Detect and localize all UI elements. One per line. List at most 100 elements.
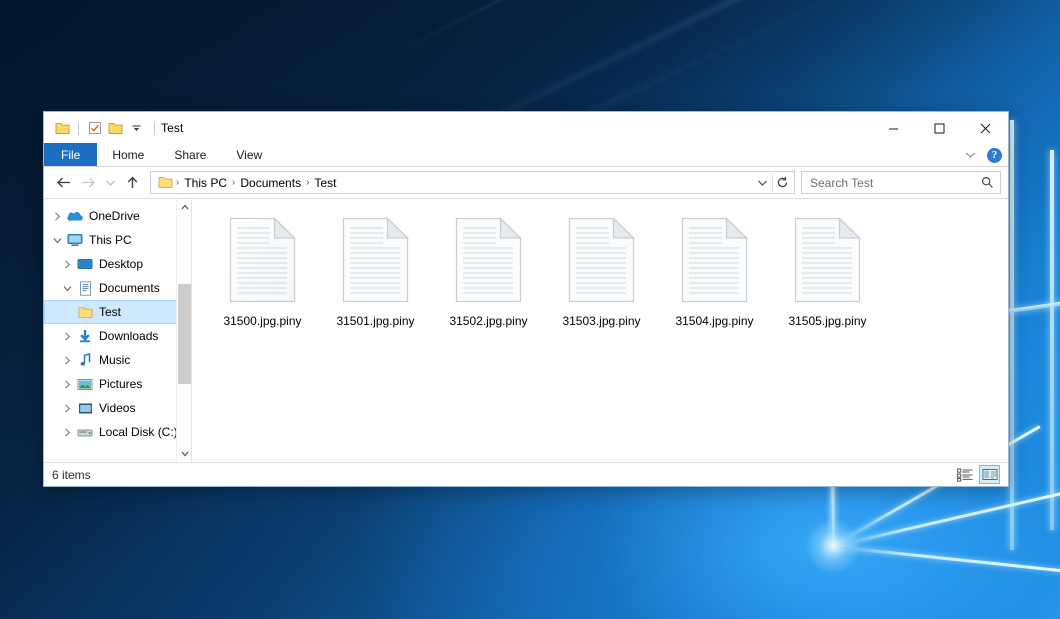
search-input[interactable]: Search Test [810, 176, 981, 190]
address-dropdown-icon[interactable] [753, 172, 772, 193]
sidebar-item-videos[interactable]: Videos [44, 396, 191, 420]
generic-document-icon [678, 215, 752, 307]
chevron-right-icon[interactable] [60, 428, 75, 437]
file-name: 31505.jpg.piny [788, 314, 866, 328]
chevron-right-icon[interactable] [60, 380, 75, 389]
recent-locations-button[interactable] [101, 170, 120, 195]
search-box[interactable]: Search Test [801, 171, 1001, 194]
breadcrumb-this-pc[interactable]: This PC [180, 176, 231, 190]
file-name: 31501.jpg.piny [336, 314, 414, 328]
pictures-icon [75, 378, 95, 391]
chevron-right-icon[interactable] [60, 356, 75, 365]
minimize-button[interactable] [870, 113, 916, 144]
folder-icon[interactable] [52, 118, 73, 139]
window-title: Test [161, 121, 183, 135]
sidebar-item-test[interactable]: Test [44, 300, 191, 324]
file-name: 31502.jpg.piny [449, 314, 527, 328]
tab-view[interactable]: View [221, 143, 277, 166]
generic-document-icon [791, 215, 865, 307]
file-name: 31504.jpg.piny [675, 314, 753, 328]
sidebar-item-documents[interactable]: Documents [44, 276, 191, 300]
ribbon-tabs: File Home Share View ? [44, 143, 1008, 167]
chevron-down-icon[interactable] [964, 148, 977, 162]
new-folder-icon[interactable] [105, 118, 126, 139]
close-button[interactable] [962, 113, 1008, 144]
tab-file[interactable]: File [44, 143, 97, 166]
desktop-icon [75, 258, 95, 271]
file-item[interactable]: 31501.jpg.piny [319, 213, 432, 328]
tab-share[interactable]: Share [159, 143, 221, 166]
quick-access-toolbar [44, 113, 155, 143]
file-item[interactable]: 31504.jpg.piny [658, 213, 771, 328]
videos-icon [75, 402, 95, 415]
windows-logo-glow [805, 518, 861, 574]
onedrive-icon [65, 210, 85, 222]
scroll-down-icon[interactable] [177, 446, 192, 462]
file-name: 31500.jpg.piny [223, 314, 301, 328]
sidebar-item-downloads[interactable]: Downloads [44, 324, 191, 348]
music-icon [75, 353, 95, 367]
file-item[interactable]: 31500.jpg.piny [206, 213, 319, 328]
sidebar-item-this-pc[interactable]: This PC [44, 228, 191, 252]
scrollbar-thumb[interactable] [178, 284, 191, 384]
tab-home[interactable]: Home [97, 143, 159, 166]
chevron-right-icon[interactable] [60, 332, 75, 341]
up-button[interactable] [120, 170, 145, 195]
downloads-icon [75, 329, 95, 343]
drive-icon [75, 426, 95, 438]
sidebar-item-desktop[interactable]: Desktop [44, 252, 191, 276]
maximize-button[interactable] [916, 113, 962, 144]
scroll-up-icon[interactable] [177, 199, 192, 215]
chevron-right-icon[interactable] [60, 260, 75, 269]
chevron-right-icon[interactable] [60, 404, 75, 413]
sidebar-label: Videos [95, 401, 135, 415]
item-count: 6 items [52, 468, 91, 482]
view-buttons [954, 465, 1000, 484]
breadcrumb-documents[interactable]: Documents [236, 176, 305, 190]
file-list-pane[interactable]: 31500.jpg.piny 31501.j [192, 199, 1008, 462]
documents-icon [75, 281, 95, 296]
sidebar-label: Documents [95, 281, 160, 295]
windows-logo-line [1050, 150, 1054, 530]
generic-document-icon [226, 215, 300, 307]
toolbar-separator [78, 122, 79, 135]
address-bar-row: › This PC › Documents › Test [44, 167, 1008, 198]
sidebar-label: Pictures [95, 377, 142, 391]
chevron-down-icon[interactable] [50, 237, 65, 244]
windows-logo-line [1010, 120, 1014, 550]
thispc-icon [65, 233, 85, 247]
breadcrumb-folder-icon [156, 176, 175, 189]
sidebar-label: This PC [85, 233, 132, 247]
address-bar[interactable]: › This PC › Documents › Test [150, 171, 795, 194]
sidebar-item-music[interactable]: Music [44, 348, 191, 372]
details-view-button[interactable] [954, 465, 975, 484]
help-icon[interactable]: ? [987, 148, 1002, 163]
sidebar-label: Downloads [95, 329, 158, 343]
sidebar-scrollbar[interactable] [176, 199, 191, 462]
sidebar-item-onedrive[interactable]: OneDrive [44, 204, 191, 228]
refresh-icon[interactable] [773, 172, 792, 193]
breadcrumb: › This PC › Documents › Test [156, 176, 753, 190]
generic-document-icon [452, 215, 526, 307]
sidebar-label: Desktop [95, 257, 143, 271]
file-item[interactable]: 31505.jpg.piny [771, 213, 884, 328]
sidebar-label: Music [95, 353, 130, 367]
breadcrumb-test[interactable]: Test [310, 176, 340, 190]
sidebar-item-local-disk-c[interactable]: Local Disk (C:) [44, 420, 191, 444]
folder-icon [75, 306, 95, 319]
properties-icon[interactable] [84, 118, 105, 139]
chevron-down-icon[interactable] [60, 285, 75, 292]
search-icon[interactable] [981, 176, 994, 189]
generic-document-icon [565, 215, 639, 307]
file-grid: 31500.jpg.piny 31501.j [206, 213, 1008, 328]
sidebar-item-pictures[interactable]: Pictures [44, 372, 191, 396]
back-button[interactable] [51, 170, 76, 195]
large-icons-view-button[interactable] [979, 465, 1000, 484]
file-item[interactable]: 31503.jpg.piny [545, 213, 658, 328]
chevron-down-icon[interactable] [126, 118, 147, 139]
ribbon-right-controls: ? [964, 143, 1002, 167]
forward-button[interactable] [76, 170, 101, 195]
chevron-right-icon[interactable] [50, 212, 65, 221]
file-item[interactable]: 31502.jpg.piny [432, 213, 545, 328]
generic-document-icon [339, 215, 413, 307]
